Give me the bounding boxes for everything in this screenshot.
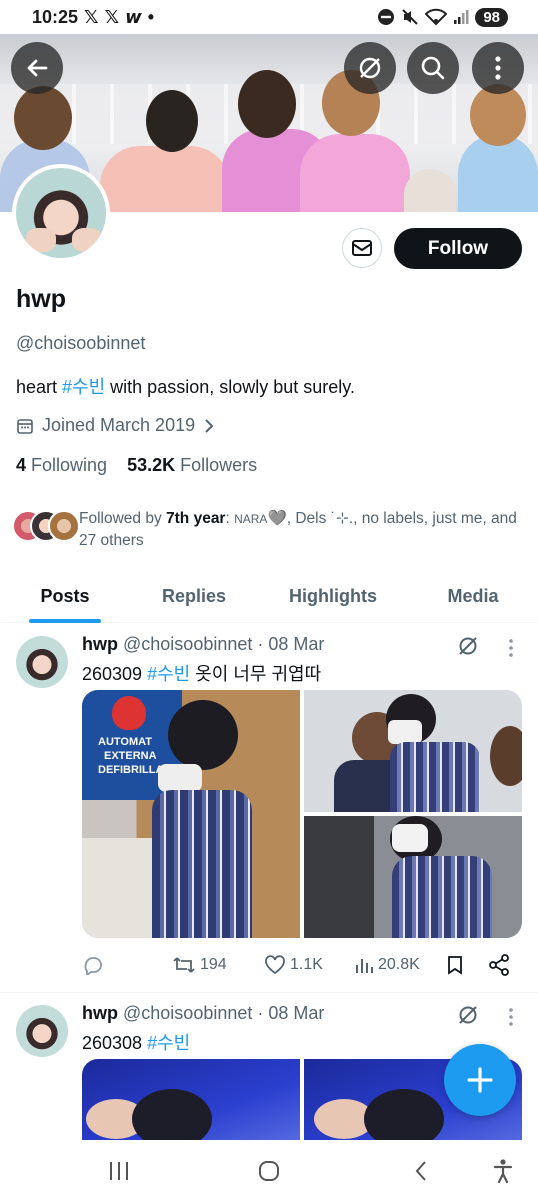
chevron-left-icon xyxy=(415,1161,426,1181)
tweet-avatar[interactable] xyxy=(16,636,68,688)
back-button[interactable] xyxy=(11,42,63,94)
tweet-author-name[interactable]: hwp xyxy=(82,634,118,654)
profile-avatar[interactable] xyxy=(12,164,110,262)
mute-icon xyxy=(402,9,419,25)
hashtag-link[interactable]: #수빈 xyxy=(147,1033,190,1053)
more-options-button[interactable] xyxy=(472,42,524,94)
tweet-author-handle: @choisoobinnet xyxy=(123,1003,253,1023)
hashtag-link[interactable]: #수빈 xyxy=(147,664,190,684)
followed-by-avatars xyxy=(12,510,80,542)
share-icon xyxy=(489,954,509,976)
weverse-notification-icon: 𝙬 xyxy=(125,6,142,27)
more-notifications-dot: • xyxy=(147,6,155,27)
joined-date[interactable]: Joined March 2019 xyxy=(16,415,215,436)
more-vertical-icon[interactable] xyxy=(502,1005,520,1029)
tweet-photo[interactable] xyxy=(304,690,522,812)
grok-button[interactable] xyxy=(344,42,396,94)
arrow-left-icon xyxy=(27,59,48,77)
banner-figure xyxy=(14,86,72,150)
signal-icon xyxy=(454,10,469,24)
bookmark-icon xyxy=(448,956,462,975)
tweet-photo[interactable] xyxy=(304,816,522,938)
more-vertical-icon[interactable] xyxy=(502,636,520,660)
x-notification-icon: 𝕏 xyxy=(104,6,120,27)
recent-apps-button[interactable] xyxy=(104,1156,134,1186)
mail-icon xyxy=(352,240,372,256)
user-handle: @choisoobinnet xyxy=(16,333,146,353)
bookmark-button[interactable] xyxy=(446,955,464,975)
banner-figure xyxy=(146,90,198,152)
reply-button[interactable] xyxy=(82,955,104,975)
tweet-avatar[interactable] xyxy=(16,1005,68,1057)
tweet-text: 260308 #수빈 xyxy=(82,1033,191,1053)
retweet-button[interactable]: 194 xyxy=(172,955,227,975)
followed-by-text: Followed by 7th year: NARA🩶, Dels ˙⊹., n… xyxy=(79,510,517,549)
tweet[interactable]: hwp @choisoobinnet · 08 Mar 260309 #수빈 옷… xyxy=(0,624,538,992)
plus-icon xyxy=(467,1067,493,1093)
dnd-icon xyxy=(378,9,395,25)
banner-figure xyxy=(238,70,296,138)
grok-icon[interactable] xyxy=(456,1003,480,1027)
banner-figure xyxy=(100,146,230,212)
views-button[interactable]: 20.8K xyxy=(354,955,420,975)
x-notification-icon: 𝕏 xyxy=(84,6,99,27)
follower-avatar xyxy=(48,510,80,542)
search-button[interactable] xyxy=(407,42,459,94)
banner-figure xyxy=(404,169,456,212)
accessibility-button[interactable] xyxy=(488,1156,518,1186)
views-icon xyxy=(356,959,373,973)
tweet-header: hwp @choisoobinnet · 08 Mar xyxy=(82,634,325,654)
chevron-right-icon xyxy=(205,418,214,433)
tweet-photo[interactable]: AUTOMAT EXTERNA DEFIBRILLATO xyxy=(82,690,300,938)
profile-tabs: Posts Replies Highlights Media xyxy=(0,570,538,623)
tab-posts[interactable]: Posts xyxy=(0,570,130,623)
grok-icon[interactable] xyxy=(456,634,480,658)
android-nav-bar xyxy=(0,1140,538,1200)
tweet-author-handle: @choisoobinnet xyxy=(123,634,253,654)
more-vertical-icon xyxy=(495,56,501,80)
tweet-text: 260309 #수빈 옷이 너무 귀엽따 xyxy=(82,664,322,684)
follow-stats: 4 Following 53.2K Followers xyxy=(16,455,257,476)
like-button[interactable]: 1.1K xyxy=(264,955,323,975)
hashtag-link[interactable]: #수빈 xyxy=(62,377,105,397)
back-nav-button[interactable] xyxy=(406,1156,436,1186)
search-icon xyxy=(421,56,445,80)
tweet-date[interactable]: 08 Mar xyxy=(268,1003,324,1023)
home-icon xyxy=(259,1161,279,1181)
tweet-actions: 194 1.1K 20.8K xyxy=(82,950,522,980)
message-button[interactable] xyxy=(342,228,382,268)
tweet-photo[interactable] xyxy=(82,1059,300,1140)
grok-icon xyxy=(359,57,381,79)
tab-replies[interactable]: Replies xyxy=(130,570,258,623)
wifi-icon xyxy=(425,8,448,26)
status-bar: 10:25 𝕏 𝕏 𝙬 • 98 xyxy=(0,0,538,34)
battery-indicator: 98 xyxy=(475,7,508,27)
tweet-header: hwp @choisoobinnet · 08 Mar xyxy=(82,1003,325,1023)
banner-figure xyxy=(300,134,410,212)
calendar-icon xyxy=(17,418,33,434)
accessibility-icon xyxy=(493,1159,513,1184)
display-name: hwp xyxy=(16,285,66,313)
tweet-author-name[interactable]: hwp xyxy=(82,1003,118,1023)
recent-apps-icon xyxy=(110,1162,128,1180)
following-link[interactable]: 4 Following xyxy=(16,455,107,476)
reply-icon xyxy=(84,957,102,975)
tweet-date[interactable]: 08 Mar xyxy=(268,634,324,654)
follow-button[interactable]: Follow xyxy=(394,228,522,269)
tab-highlights[interactable]: Highlights xyxy=(258,570,408,623)
share-button[interactable] xyxy=(488,954,510,976)
followers-link[interactable]: 53.2K Followers xyxy=(127,455,257,476)
followed-by[interactable]: Followed by 7th year: NARA🩶, Dels ˙⊹., n… xyxy=(12,506,532,550)
home-button[interactable] xyxy=(254,1156,284,1186)
retweet-icon xyxy=(173,957,195,973)
compose-button[interactable] xyxy=(444,1044,516,1116)
tab-media[interactable]: Media xyxy=(408,570,538,623)
tweet-media-grid: AUTOMAT EXTERNA DEFIBRILLATO xyxy=(82,690,522,938)
heart-icon xyxy=(265,955,285,975)
status-time: 10:25 xyxy=(32,6,79,27)
profile-bio: heart #수빈 with passion, slowly but surel… xyxy=(16,377,355,397)
